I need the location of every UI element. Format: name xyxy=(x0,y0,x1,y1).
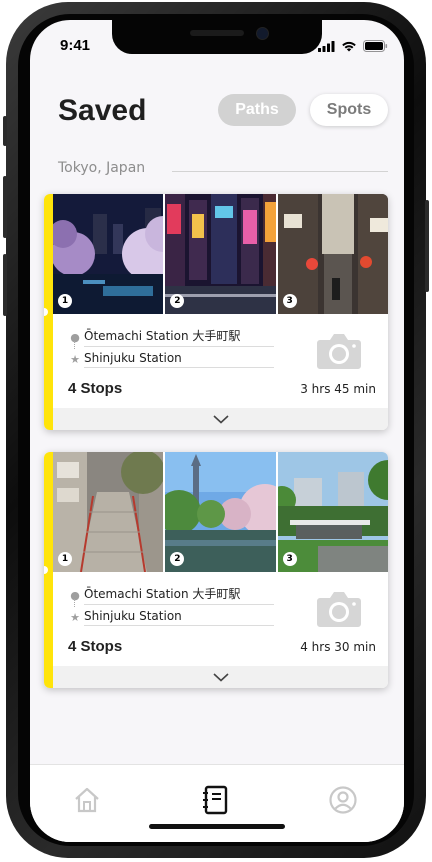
destination-star-icon: ★ xyxy=(70,352,80,366)
photo-strip: 1 2 3 xyxy=(53,194,388,314)
end-station: Shinjuku Station xyxy=(84,351,274,368)
start-station: Ōtemachi Station 大手町駅 xyxy=(84,327,274,347)
start-row: ● Ōtemachi Station 大手町駅 xyxy=(66,326,296,349)
expand-card-button[interactable] xyxy=(53,408,388,430)
path-duration: 4 hrs 30 min xyxy=(300,640,376,654)
photo-number: 1 xyxy=(58,294,72,308)
volume-up-button xyxy=(3,176,7,238)
photo-stone-stairs[interactable]: 1 xyxy=(53,452,164,572)
app-screen: 9:41 Saved Paths Spots Tokyo, Japan 1 2 … xyxy=(30,20,404,842)
chevron-down-icon xyxy=(212,672,229,682)
end-row: ★ Shinjuku Station xyxy=(66,348,296,370)
status-icons xyxy=(318,40,388,52)
location-heading: Tokyo, Japan xyxy=(58,160,146,176)
tab-bar xyxy=(30,764,404,842)
start-row: ● Ōtemachi Station 大手町駅 xyxy=(66,584,296,607)
end-station: Shinjuku Station xyxy=(84,609,274,626)
spots-tab[interactable]: Spots xyxy=(310,94,388,126)
start-dot-icon: ● xyxy=(70,588,80,602)
photo-number: 3 xyxy=(282,294,297,308)
page-title: Saved xyxy=(58,94,147,127)
photo-alley-lanterns[interactable]: 3 xyxy=(277,194,388,314)
stops-count: 4 Stops xyxy=(68,380,123,397)
chevron-down-icon xyxy=(212,414,229,424)
photo-garden-pond[interactable]: 2 xyxy=(165,452,276,572)
notebook-icon xyxy=(203,785,228,815)
notch xyxy=(112,20,322,54)
tab-profile[interactable] xyxy=(326,783,360,817)
path-card[interactable]: 1 2 3 ● Ōtemachi Station 大手町駅 ★ Shinjuku… xyxy=(44,194,388,430)
profile-icon xyxy=(329,786,357,814)
front-camera xyxy=(256,27,269,40)
stops-count: 4 Stops xyxy=(68,638,123,655)
speaker-grill xyxy=(190,30,244,36)
start-dot-icon: ● xyxy=(70,330,80,344)
power-button xyxy=(425,200,429,292)
status-time: 9:41 xyxy=(60,37,91,54)
destination-star-icon: ★ xyxy=(70,610,80,624)
signal-icon xyxy=(318,40,335,52)
photo-number: 3 xyxy=(282,552,297,566)
route-info: ● Ōtemachi Station 大手町駅 ★ Shinjuku Stati… xyxy=(66,584,296,628)
home-icon xyxy=(75,787,99,813)
end-row: ★ Shinjuku Station xyxy=(66,606,296,628)
camera-icon[interactable] xyxy=(316,332,362,374)
photo-cherry-blossom-night[interactable]: 1 xyxy=(53,194,164,314)
tab-home[interactable] xyxy=(70,783,104,817)
start-station: Ōtemachi Station 大手町駅 xyxy=(84,585,274,605)
battery-icon xyxy=(363,40,388,52)
photo-number: 1 xyxy=(58,552,72,566)
photo-strip: 1 2 3 xyxy=(53,452,388,572)
mute-switch xyxy=(3,116,7,146)
photo-modern-pavilion[interactable]: 3 xyxy=(277,452,388,572)
path-duration: 3 hrs 45 min xyxy=(300,382,376,396)
home-indicator[interactable] xyxy=(149,824,285,829)
expand-card-button[interactable] xyxy=(53,666,388,688)
route-info: ● Ōtemachi Station 大手町駅 ★ Shinjuku Stati… xyxy=(66,326,296,370)
section-divider xyxy=(172,171,388,172)
photo-shinjuku-neon[interactable]: 2 xyxy=(165,194,276,314)
tab-saved[interactable] xyxy=(198,783,232,817)
volume-down-button xyxy=(3,254,7,316)
paths-tab[interactable]: Paths xyxy=(218,94,296,126)
path-card[interactable]: 1 2 3 ● Ōtemachi Station 大手町駅 ★ Shinjuku… xyxy=(44,452,388,688)
wifi-icon xyxy=(342,41,356,51)
camera-icon[interactable] xyxy=(316,590,362,632)
